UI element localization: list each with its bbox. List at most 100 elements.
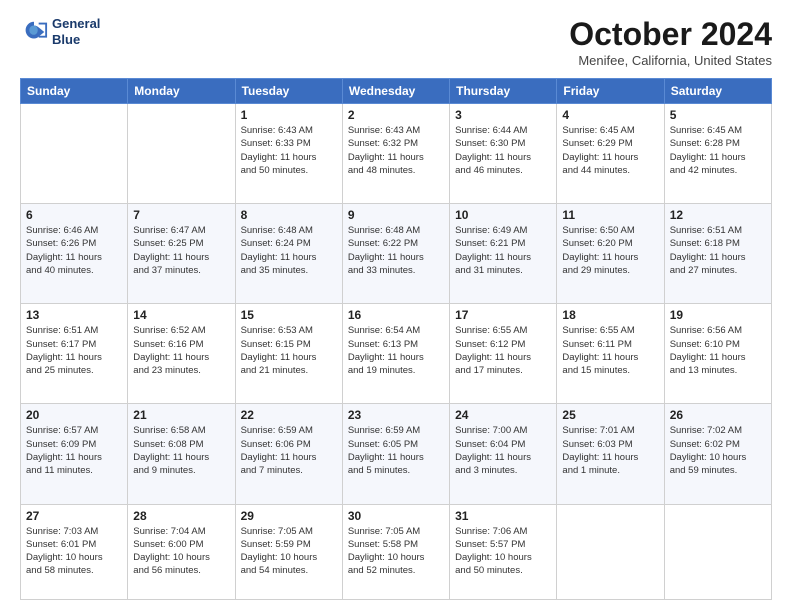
calendar-cell: 20 Sunrise: 6:57 AM Sunset: 6:09 PM Dayli… — [21, 404, 128, 504]
cell-content: Sunrise: 7:03 AM Sunset: 6:01 PM Dayligh… — [26, 525, 122, 578]
calendar-week-row: 13 Sunrise: 6:51 AM Sunset: 6:17 PM Dayli… — [21, 304, 772, 404]
logo-icon — [20, 18, 48, 46]
day-number: 31 — [455, 509, 551, 523]
month-title: October 2024 — [569, 16, 772, 53]
calendar-cell: 10Sunrise: 6:49 AM Sunset: 6:21 PM Dayli… — [450, 204, 557, 304]
day-number: 2 — [348, 108, 444, 122]
calendar-cell: 29 Sunrise: 7:05 AM Sunset: 5:59 PM Dayli… — [235, 504, 342, 600]
cell-content: Sunrise: 7:00 AM Sunset: 6:04 PM Dayligh… — [455, 424, 551, 477]
cell-content: Sunrise: 6:46 AM Sunset: 6:26 PM Dayligh… — [26, 224, 122, 277]
day-number: 11 — [562, 208, 658, 222]
cell-content: Sunrise: 6:59 AM Sunset: 6:06 PM Dayligh… — [241, 424, 337, 477]
day-number: 15 — [241, 308, 337, 322]
cell-content: Sunrise: 6:51 AM Sunset: 6:17 PM Dayligh… — [26, 324, 122, 377]
calendar-cell: 21Sunrise: 6:58 AM Sunset: 6:08 PM Dayli… — [128, 404, 235, 504]
day-number: 26 — [670, 408, 766, 422]
calendar-cell: 24 Sunrise: 7:00 AM Sunset: 6:04 PM Dayli… — [450, 404, 557, 504]
calendar-cell: 8 Sunrise: 6:48 AM Sunset: 6:24 PM Daylig… — [235, 204, 342, 304]
day-number: 4 — [562, 108, 658, 122]
calendar-cell: 2 Sunrise: 6:43 AM Sunset: 6:32 PM Daylig… — [342, 104, 449, 204]
calendar-cell: 28Sunrise: 7:04 AM Sunset: 6:00 PM Dayli… — [128, 504, 235, 600]
day-number: 3 — [455, 108, 551, 122]
calendar-week-row: 1Sunrise: 6:43 AM Sunset: 6:33 PM Daylig… — [21, 104, 772, 204]
page: General Blue October 2024 Menifee, Calif… — [0, 0, 792, 612]
cell-content: Sunrise: 6:49 AM Sunset: 6:21 PM Dayligh… — [455, 224, 551, 277]
calendar-cell — [128, 104, 235, 204]
cell-content: Sunrise: 6:51 AM Sunset: 6:18 PM Dayligh… — [670, 224, 766, 277]
weekday-header-row: SundayMondayTuesdayWednesdayThursdayFrid… — [21, 79, 772, 104]
calendar-cell: 15Sunrise: 6:53 AM Sunset: 6:15 PM Dayli… — [235, 304, 342, 404]
calendar-table: SundayMondayTuesdayWednesdayThursdayFrid… — [20, 78, 772, 600]
day-number: 8 — [241, 208, 337, 222]
day-number: 17 — [455, 308, 551, 322]
cell-content: Sunrise: 6:50 AM Sunset: 6:20 PM Dayligh… — [562, 224, 658, 277]
day-number: 5 — [670, 108, 766, 122]
calendar-cell: 5 Sunrise: 6:45 AM Sunset: 6:28 PM Daylig… — [664, 104, 771, 204]
day-number: 30 — [348, 509, 444, 523]
weekday-header: Tuesday — [235, 79, 342, 104]
day-number: 24 — [455, 408, 551, 422]
logo-text: General Blue — [52, 16, 100, 47]
cell-content: Sunrise: 7:02 AM Sunset: 6:02 PM Dayligh… — [670, 424, 766, 477]
day-number: 13 — [26, 308, 122, 322]
day-number: 28 — [133, 509, 229, 523]
calendar-cell — [557, 504, 664, 600]
calendar-cell: 13 Sunrise: 6:51 AM Sunset: 6:17 PM Dayli… — [21, 304, 128, 404]
day-number: 29 — [241, 509, 337, 523]
cell-content: Sunrise: 6:55 AM Sunset: 6:12 PM Dayligh… — [455, 324, 551, 377]
calendar-cell: 19Sunrise: 6:56 AM Sunset: 6:10 PM Dayli… — [664, 304, 771, 404]
calendar-week-row: 20 Sunrise: 6:57 AM Sunset: 6:09 PM Dayli… — [21, 404, 772, 504]
calendar-cell: 18Sunrise: 6:55 AM Sunset: 6:11 PM Dayli… — [557, 304, 664, 404]
calendar-cell: 11 Sunrise: 6:50 AM Sunset: 6:20 PM Dayli… — [557, 204, 664, 304]
day-number: 22 — [241, 408, 337, 422]
cell-content: Sunrise: 6:48 AM Sunset: 6:24 PM Dayligh… — [241, 224, 337, 277]
day-number: 23 — [348, 408, 444, 422]
calendar-week-row: 27Sunrise: 7:03 AM Sunset: 6:01 PM Dayli… — [21, 504, 772, 600]
calendar-cell: 22 Sunrise: 6:59 AM Sunset: 6:06 PM Dayli… — [235, 404, 342, 504]
cell-content: Sunrise: 6:52 AM Sunset: 6:16 PM Dayligh… — [133, 324, 229, 377]
cell-content: Sunrise: 7:01 AM Sunset: 6:03 PM Dayligh… — [562, 424, 658, 477]
weekday-header: Sunday — [21, 79, 128, 104]
cell-content: Sunrise: 6:45 AM Sunset: 6:28 PM Dayligh… — [670, 124, 766, 177]
cell-content: Sunrise: 6:45 AM Sunset: 6:29 PM Dayligh… — [562, 124, 658, 177]
cell-content: Sunrise: 6:43 AM Sunset: 6:32 PM Dayligh… — [348, 124, 444, 177]
cell-content: Sunrise: 6:55 AM Sunset: 6:11 PM Dayligh… — [562, 324, 658, 377]
calendar-cell: 25 Sunrise: 7:01 AM Sunset: 6:03 PM Dayli… — [557, 404, 664, 504]
day-number: 20 — [26, 408, 122, 422]
cell-content: Sunrise: 6:58 AM Sunset: 6:08 PM Dayligh… — [133, 424, 229, 477]
cell-content: Sunrise: 7:05 AM Sunset: 5:59 PM Dayligh… — [241, 525, 337, 578]
calendar-cell — [664, 504, 771, 600]
weekday-header: Monday — [128, 79, 235, 104]
calendar-cell: 27Sunrise: 7:03 AM Sunset: 6:01 PM Dayli… — [21, 504, 128, 600]
cell-content: Sunrise: 6:57 AM Sunset: 6:09 PM Dayligh… — [26, 424, 122, 477]
calendar-cell: 30 Sunrise: 7:05 AM Sunset: 5:58 PM Dayli… — [342, 504, 449, 600]
weekday-header: Saturday — [664, 79, 771, 104]
day-number: 25 — [562, 408, 658, 422]
cell-content: Sunrise: 7:05 AM Sunset: 5:58 PM Dayligh… — [348, 525, 444, 578]
day-number: 16 — [348, 308, 444, 322]
calendar-cell: 6 Sunrise: 6:46 AM Sunset: 6:26 PM Daylig… — [21, 204, 128, 304]
calendar-cell: 12 Sunrise: 6:51 AM Sunset: 6:18 PM Dayli… — [664, 204, 771, 304]
calendar-cell: 16 Sunrise: 6:54 AM Sunset: 6:13 PM Dayli… — [342, 304, 449, 404]
calendar-cell: 4 Sunrise: 6:45 AM Sunset: 6:29 PM Daylig… — [557, 104, 664, 204]
calendar-cell: 7Sunrise: 6:47 AM Sunset: 6:25 PM Daylig… — [128, 204, 235, 304]
cell-content: Sunrise: 6:54 AM Sunset: 6:13 PM Dayligh… — [348, 324, 444, 377]
day-number: 12 — [670, 208, 766, 222]
location: Menifee, California, United States — [569, 53, 772, 68]
calendar-week-row: 6 Sunrise: 6:46 AM Sunset: 6:26 PM Daylig… — [21, 204, 772, 304]
calendar-cell: 23Sunrise: 6:59 AM Sunset: 6:05 PM Dayli… — [342, 404, 449, 504]
weekday-header: Friday — [557, 79, 664, 104]
calendar-cell: 26 Sunrise: 7:02 AM Sunset: 6:02 PM Dayli… — [664, 404, 771, 504]
title-area: October 2024 Menifee, California, United… — [569, 16, 772, 68]
calendar-cell: 1Sunrise: 6:43 AM Sunset: 6:33 PM Daylig… — [235, 104, 342, 204]
day-number: 6 — [26, 208, 122, 222]
cell-content: Sunrise: 7:06 AM Sunset: 5:57 PM Dayligh… — [455, 525, 551, 578]
day-number: 14 — [133, 308, 229, 322]
header: General Blue October 2024 Menifee, Calif… — [20, 16, 772, 68]
day-number: 9 — [348, 208, 444, 222]
day-number: 7 — [133, 208, 229, 222]
day-number: 1 — [241, 108, 337, 122]
calendar-cell: 14 Sunrise: 6:52 AM Sunset: 6:16 PM Dayli… — [128, 304, 235, 404]
calendar-cell: 9Sunrise: 6:48 AM Sunset: 6:22 PM Daylig… — [342, 204, 449, 304]
calendar-cell: 3Sunrise: 6:44 AM Sunset: 6:30 PM Daylig… — [450, 104, 557, 204]
